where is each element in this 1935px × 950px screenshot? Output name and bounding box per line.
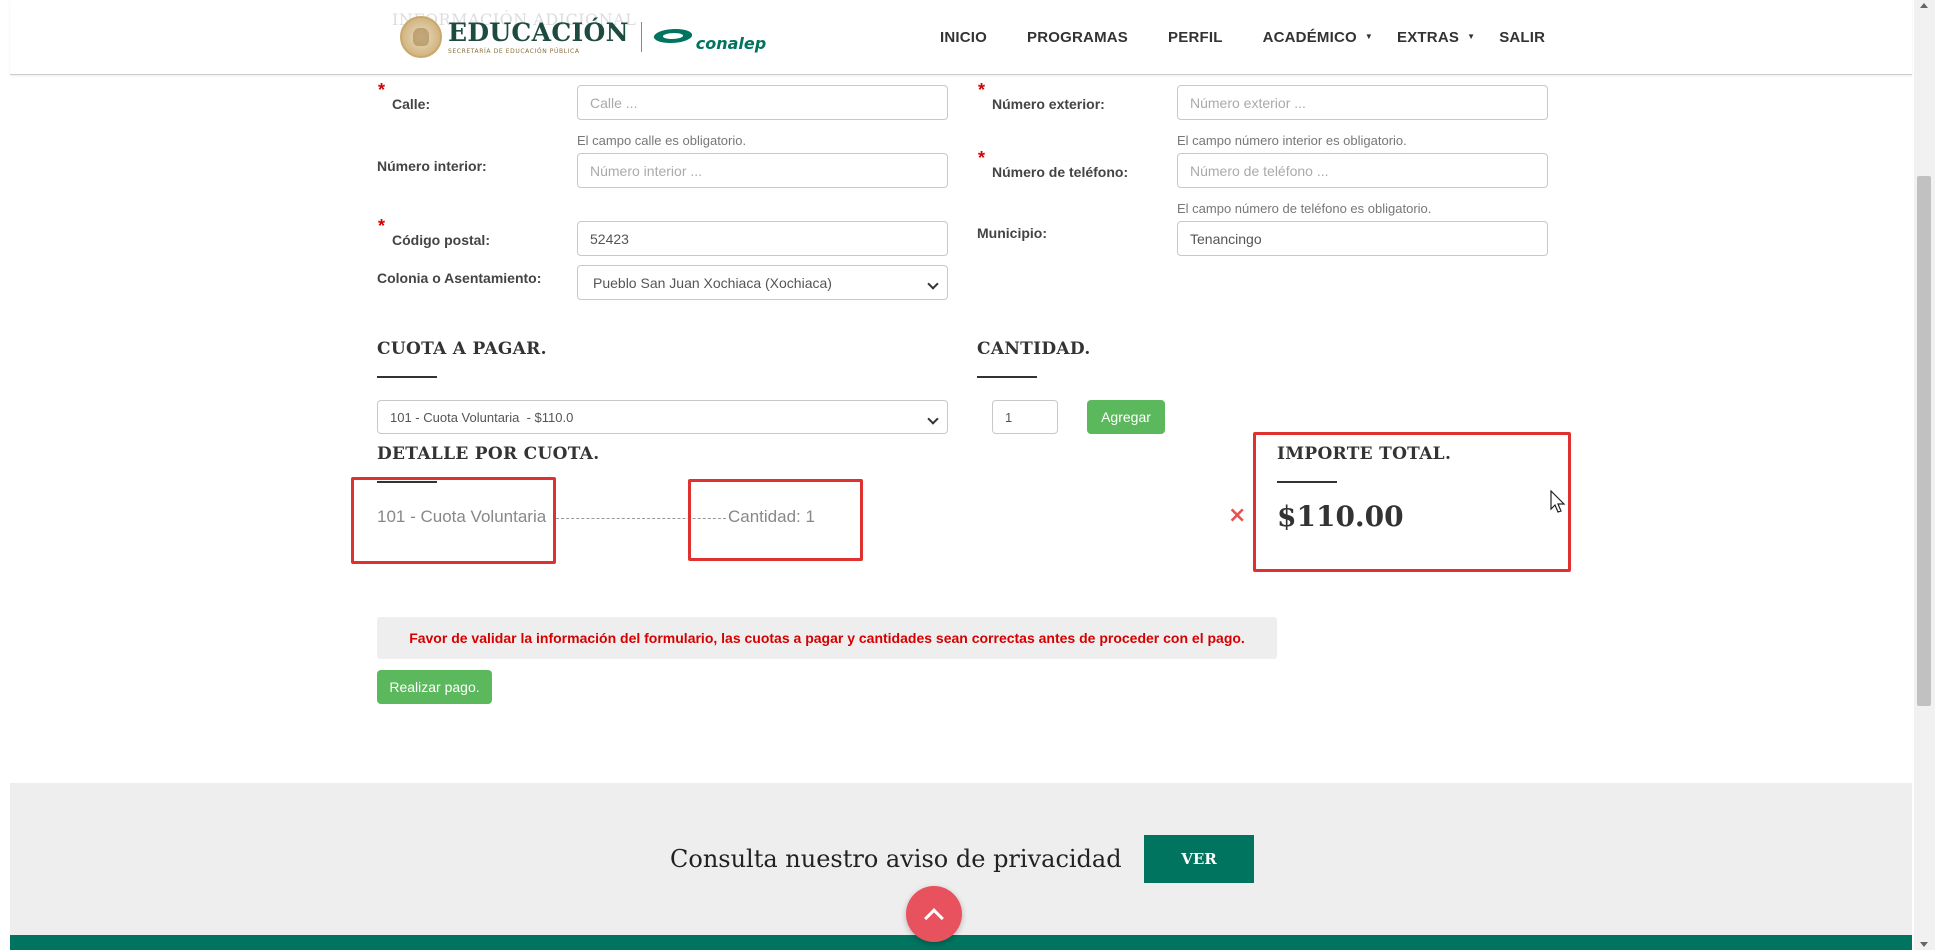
chevron-up-icon bbox=[924, 907, 944, 928]
required-asterisk: * bbox=[978, 80, 986, 100]
nav-programas[interactable]: PROGRAMAS bbox=[1027, 29, 1128, 46]
numero-exterior-label: Número exterior: bbox=[992, 96, 1105, 112]
realizar-pago-button[interactable]: Realizar pago. bbox=[377, 670, 492, 704]
agregar-button[interactable]: Agregar bbox=[1087, 400, 1165, 434]
codigo-postal-label: Código postal: bbox=[392, 232, 490, 248]
numero-interior-label: Número interior: bbox=[377, 158, 487, 174]
ver-privacy-button[interactable]: VER bbox=[1144, 835, 1254, 883]
heading-underline bbox=[377, 376, 437, 378]
cuota-heading: CUOTA A PAGAR. bbox=[377, 339, 547, 359]
nav-salir[interactable]: SALIR bbox=[1499, 29, 1545, 46]
heading-underline bbox=[977, 376, 1037, 378]
detalle-heading: DETALLE POR CUOTA. bbox=[377, 444, 600, 464]
scroll-down-arrow-icon[interactable] bbox=[1920, 942, 1928, 947]
cuota-selected-value: 101 - Cuota Voluntaria - $110.0 bbox=[390, 409, 574, 425]
required-asterisk: * bbox=[378, 216, 386, 236]
highlight-box bbox=[688, 479, 863, 561]
codigo-postal-input[interactable]: 52423 bbox=[577, 221, 948, 256]
nav-label: PERFIL bbox=[1168, 29, 1223, 46]
conalep-logo-text: conalep bbox=[695, 33, 767, 53]
municipio-input[interactable]: Tenancingo bbox=[1177, 221, 1548, 256]
privacy-notice-text: Consulta nuestro aviso de privacidad bbox=[670, 845, 1122, 873]
municipio-label: Municipio: bbox=[977, 225, 1047, 241]
logo-text: EDUCACIÓN bbox=[448, 17, 629, 47]
telefono-error: El campo número de teléfono es obligator… bbox=[1177, 201, 1432, 216]
nav-label: SALIR bbox=[1499, 29, 1546, 46]
telefono-input[interactable]: Número de teléfono ... bbox=[1177, 153, 1548, 188]
calle-label: Calle: bbox=[392, 96, 431, 112]
nav-extras[interactable]: EXTRAS ▼ bbox=[1397, 29, 1475, 46]
highlight-box bbox=[1253, 432, 1571, 572]
calle-input[interactable]: Calle ... bbox=[577, 85, 948, 120]
nav-label: ACADÉMICO bbox=[1262, 29, 1357, 46]
footer-bar bbox=[10, 935, 1912, 950]
telefono-label: Número de teléfono: bbox=[992, 164, 1129, 180]
scroll-up-arrow-icon[interactable] bbox=[1920, 3, 1928, 8]
scrollbar-thumb[interactable] bbox=[1917, 176, 1931, 706]
cantidad-heading: CANTIDAD. bbox=[977, 339, 1091, 359]
nav-label: INICIO bbox=[940, 29, 988, 46]
colonia-select[interactable]: Pueblo San Juan Xochiaca (Xochiaca) bbox=[577, 265, 948, 300]
main-nav: INICIO PROGRAMAS PERFIL ACADÉMICO ▼ EXTRA… bbox=[940, 29, 1545, 46]
required-asterisk: * bbox=[978, 148, 986, 168]
nav-label: EXTRAS bbox=[1397, 29, 1460, 46]
cantidad-input[interactable]: 1 bbox=[992, 400, 1058, 434]
cuota-select[interactable]: 101 - Cuota Voluntaria - $110.0 bbox=[377, 400, 948, 434]
nav-label: PROGRAMAS bbox=[1027, 29, 1129, 46]
nav-perfil[interactable]: PERFIL bbox=[1168, 29, 1223, 46]
required-asterisk: * bbox=[378, 80, 386, 100]
caret-down-icon: ▼ bbox=[1364, 32, 1374, 41]
validation-alert: Favor de validar la información del form… bbox=[377, 617, 1277, 659]
caret-down-icon: ▼ bbox=[1467, 32, 1476, 41]
mouse-cursor-icon bbox=[1550, 490, 1566, 513]
numero-exterior-error: El campo número interior es obligatorio. bbox=[1177, 133, 1407, 148]
footer: Consulta nuestro aviso de privacidad VER bbox=[10, 783, 1912, 950]
nav-academico[interactable]: ACADÉMICO ▼ bbox=[1263, 29, 1373, 46]
conalep-logo-icon bbox=[654, 25, 692, 49]
remove-item-icon[interactable]: × bbox=[1228, 503, 1246, 528]
numero-interior-input[interactable]: Número interior ... bbox=[577, 153, 948, 188]
logo-subtext: SECRETARÍA DE EDUCACIÓN PÚBLICA bbox=[448, 47, 580, 55]
calle-error: El campo calle es obligatorio. bbox=[577, 133, 747, 148]
logo[interactable]: EDUCACIÓN SECRETARÍA DE EDUCACIÓN PÚBLIC… bbox=[400, 15, 766, 59]
page: INFORMACIÓN ADICIONAL EDUCACIÓN SECRETAR… bbox=[0, 0, 1935, 950]
government-seal-icon bbox=[400, 16, 442, 58]
highlight-box bbox=[351, 477, 556, 564]
colonia-label: Colonia o Asentamiento: bbox=[377, 270, 542, 286]
colonia-selected-value: Pueblo San Juan Xochiaca (Xochiaca) bbox=[593, 274, 832, 291]
nav-inicio[interactable]: INICIO bbox=[940, 29, 987, 46]
logo-divider bbox=[640, 22, 642, 52]
numero-exterior-input[interactable]: Número exterior ... bbox=[1177, 85, 1548, 120]
scroll-to-top-button[interactable] bbox=[906, 886, 962, 942]
